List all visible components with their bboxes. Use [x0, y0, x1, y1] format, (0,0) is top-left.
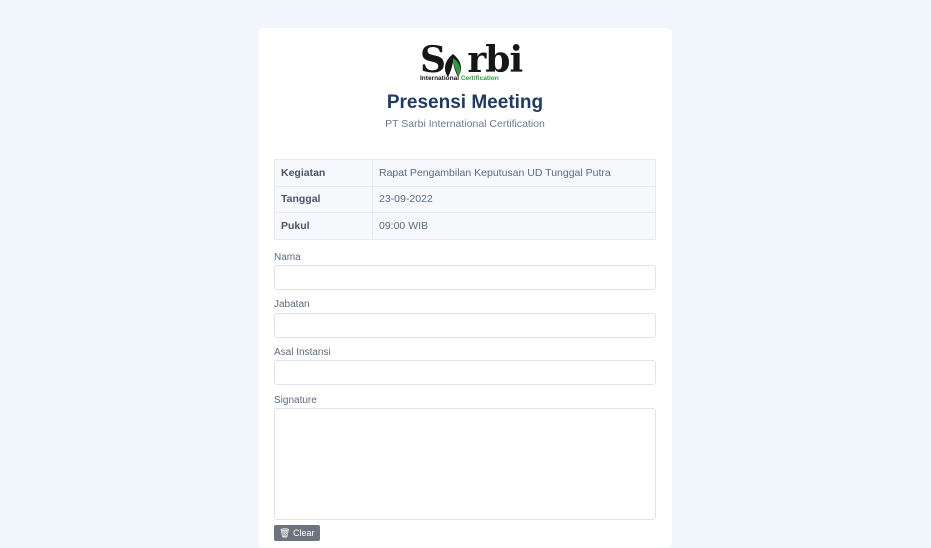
table-row: Kegiatan Rapat Pengambilan Keputusan UD … — [274, 159, 656, 187]
logo-wordmark: Sarbi — [420, 39, 523, 81]
info-value: 23-09-2022 — [372, 185, 656, 213]
jabatan-input[interactable] — [274, 313, 656, 338]
clear-signature-button[interactable]: 🗑 Clear — [274, 525, 320, 541]
asal-instansi-input[interactable] — [274, 360, 656, 385]
asal-instansi-label: Asal Instansi — [274, 347, 331, 358]
table-row: Tanggal 23-09-2022 — [274, 185, 656, 213]
page-subtitle: PT Sarbi International Certification — [385, 118, 545, 130]
info-value: 09:00 WIB — [372, 212, 656, 240]
info-key: Tanggal — [274, 185, 373, 213]
info-key: Pukul — [274, 212, 373, 240]
logo-subtext: International Certification — [420, 75, 499, 82]
page-title: Presensi Meeting — [386, 92, 544, 113]
info-value: Rapat Pengambilan Keputusan UD Tunggal P… — [372, 159, 656, 187]
jabatan-label: Jabatan — [274, 299, 310, 310]
signature-label: Signature — [274, 395, 317, 406]
clear-label: Clear — [292, 528, 315, 538]
signature-pad[interactable] — [274, 408, 656, 520]
meeting-info-table: Kegiatan Rapat Pengambilan Keputusan UD … — [274, 159, 656, 240]
table-row: Pukul 09:00 WIB — [274, 212, 656, 240]
attendance-card: Sarbi International Certification Presen… — [258, 28, 672, 548]
nama-label: Nama — [274, 252, 301, 263]
trash-icon: 🗑 — [279, 528, 291, 538]
sarbi-logo: Sarbi International Certification — [420, 40, 523, 84]
nama-input[interactable] — [274, 265, 656, 290]
info-key: Kegiatan — [274, 159, 373, 187]
